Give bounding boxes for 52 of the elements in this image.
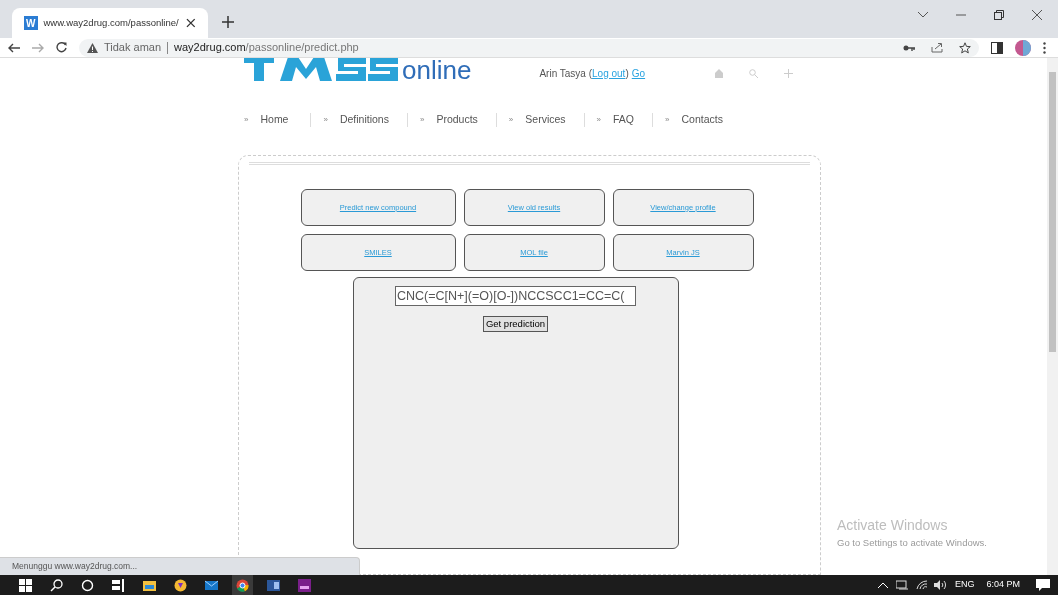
key-icon[interactable] (903, 43, 915, 52)
menu-icon[interactable] (1043, 41, 1046, 54)
network-icon[interactable] (895, 580, 908, 590)
chevron-up-icon[interactable] (877, 582, 888, 588)
status-text: Menunggu www.way2drug.com... (0, 557, 360, 575)
browser-tab[interactable]: W www.way2drug.com/passonline/ (12, 8, 208, 38)
nav-link[interactable]: » Services (508, 112, 566, 128)
favicon: W (24, 16, 38, 30)
pdf-icon[interactable] (298, 578, 311, 592)
logo-text: online (402, 58, 472, 83)
task-view-icon[interactable] (112, 578, 125, 592)
smiles-input[interactable]: CNC(=C[N+](=O)[O-])NCCSCC1=CC=C( (395, 286, 636, 306)
clock-text[interactable]: 6:04 PM (986, 578, 1020, 592)
circle-icon[interactable] (81, 578, 94, 592)
back-arrow-icon[interactable] (8, 42, 20, 53)
user-name: Arin Tasya ( (539, 66, 593, 81)
shield-icon[interactable] (174, 578, 187, 592)
paren-text: ) (625, 66, 629, 81)
side-panel-icon[interactable] (991, 41, 1003, 54)
share-icon[interactable] (931, 42, 943, 53)
address-bar[interactable]: Tidak aman way2drug.com/passonline/predict.php (79, 38, 979, 57)
nav-link[interactable]: » Home (244, 112, 289, 128)
nav-link[interactable]: » FAQ (596, 112, 635, 128)
star-icon[interactable] (959, 41, 971, 54)
notification-icon[interactable] (1036, 579, 1050, 591)
language-indicator[interactable]: ENG (954, 578, 975, 592)
word-icon[interactable] (267, 578, 280, 592)
url-text: way2drug.com/passonline/predict.php (174, 40, 359, 56)
activation-title: Activate Windows (837, 516, 949, 535)
wifi-icon[interactable] (915, 580, 928, 590)
warning-icon (87, 42, 98, 53)
tab-title: www.way2drug.com/passonline/ (43, 15, 180, 30)
windows-icon[interactable] (19, 578, 32, 592)
get-prediction-button[interactable]: Get prediction (482, 316, 549, 332)
nav-link[interactable]: » Products (419, 112, 478, 128)
scrollbar[interactable] (1047, 58, 1058, 575)
speaker-icon[interactable] (933, 580, 947, 590)
security-label: Tidak aman (104, 40, 162, 56)
chevron-down-icon[interactable] (918, 12, 928, 18)
forward-arrow-icon (32, 42, 44, 53)
folder-icon[interactable] (143, 578, 156, 592)
close-icon[interactable] (1032, 10, 1042, 20)
nav-link[interactable]: » Definitions (323, 112, 389, 128)
close-icon[interactable] (186, 18, 196, 28)
activation-subtitle: Go to Settings to activate Windows. (837, 536, 987, 550)
reload-icon[interactable] (56, 42, 67, 53)
avatar-icon[interactable] (1015, 39, 1031, 56)
search-icon[interactable] (50, 578, 63, 592)
restore-icon[interactable] (994, 10, 1004, 20)
mail-icon[interactable] (205, 578, 218, 592)
nav-link[interactable]: » Contacts (665, 112, 723, 128)
plus-icon[interactable] (222, 16, 234, 28)
